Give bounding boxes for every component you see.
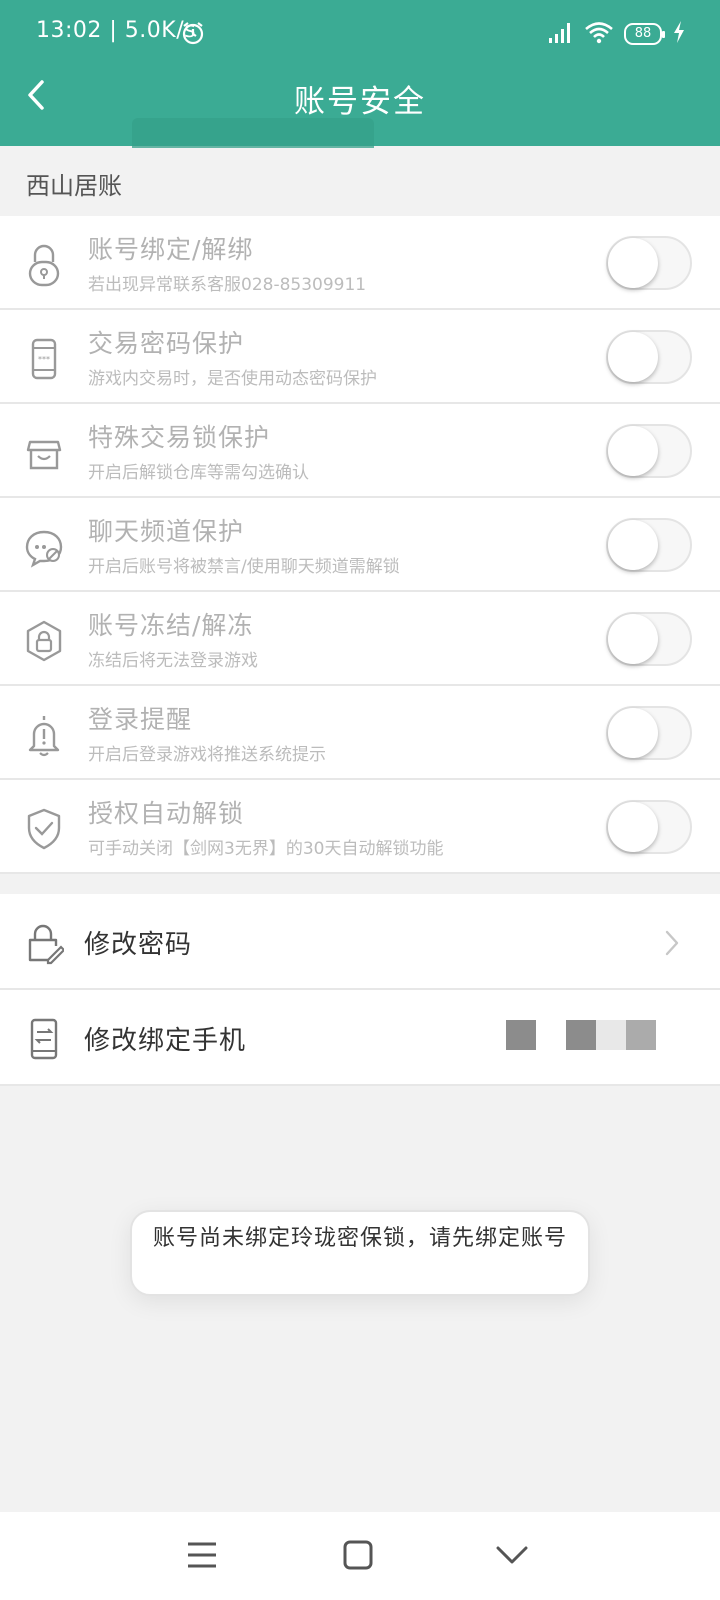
item-label: 聊天频道保护 bbox=[88, 517, 245, 546]
special-trade-lock-toggle[interactable] bbox=[606, 424, 692, 478]
account-binding-toggle[interactable] bbox=[606, 236, 692, 290]
lock-edit-icon bbox=[24, 920, 66, 965]
item-label: 交易密码保护 bbox=[88, 329, 245, 358]
item-description: 冻结后将无法登录游戏 bbox=[88, 651, 258, 671]
header-decoration bbox=[132, 118, 374, 148]
change-phone-row[interactable]: 修改绑定手机 bbox=[0, 990, 720, 1086]
toggle-knob bbox=[608, 802, 658, 852]
mask-block bbox=[626, 1020, 656, 1050]
store-icon bbox=[24, 430, 64, 474]
item-description: 开启后账号将被禁言/使用聊天频道需解锁 bbox=[88, 557, 400, 577]
item-description: 开启后解锁仓库等需勾选确认 bbox=[88, 463, 309, 483]
status-bar: 13:02 | 5.0K/s 88 bbox=[0, 0, 720, 62]
back-nav-icon[interactable] bbox=[490, 1534, 534, 1578]
chat-channel-toggle[interactable] bbox=[606, 518, 692, 572]
account-actions-list: 修改密码 修改绑定手机 bbox=[0, 894, 720, 1086]
status-time: 13:02 | 5.0K/s bbox=[36, 18, 197, 43]
svg-text:***: *** bbox=[38, 355, 50, 364]
list-item: 账号绑定/解绑 若出现异常联系客服028-85309911 bbox=[0, 216, 720, 310]
list-item: 授权自动解锁 可手动关闭【剑网3无界】的30天自动解锁功能 bbox=[0, 780, 720, 874]
charging-icon bbox=[672, 20, 686, 48]
list-item: 特殊交易锁保护 开启后解锁仓库等需勾选确认 bbox=[0, 404, 720, 498]
hex-lock-icon bbox=[24, 618, 64, 662]
item-label: 授权自动解锁 bbox=[88, 799, 245, 828]
phone-password-icon: *** bbox=[24, 336, 64, 380]
page-title: 账号安全 bbox=[294, 84, 426, 120]
toggle-knob bbox=[608, 426, 658, 476]
alarm-icon bbox=[180, 20, 206, 50]
trade-password-toggle[interactable] bbox=[606, 330, 692, 384]
chevron-right-icon bbox=[662, 928, 682, 958]
toggle-knob bbox=[608, 332, 658, 382]
chat-lock-icon bbox=[24, 524, 64, 568]
toast-message: 账号尚未绑定玲珑密保锁，请先绑定账号 bbox=[130, 1210, 590, 1296]
shield-check-icon bbox=[24, 806, 64, 850]
app-header: 13:02 | 5.0K/s 88 账号安全 bbox=[0, 0, 720, 148]
change-phone-label: 修改绑定手机 bbox=[84, 1026, 247, 1056]
mask-block bbox=[596, 1020, 626, 1050]
phone-transfer-icon bbox=[24, 1016, 64, 1060]
account-freeze-toggle[interactable] bbox=[606, 612, 692, 666]
item-description: 可手动关闭【剑网3无界】的30天自动解锁功能 bbox=[88, 839, 444, 859]
toggle-knob bbox=[608, 520, 658, 570]
mask-block bbox=[506, 1020, 536, 1050]
list-item: 账号冻结/解冻 冻结后将无法登录游戏 bbox=[0, 592, 720, 686]
system-nav-bar bbox=[0, 1512, 720, 1600]
toggle-knob bbox=[608, 614, 658, 664]
item-label: 登录提醒 bbox=[88, 705, 193, 734]
item-description: 开启后登录游戏将推送系统提示 bbox=[88, 745, 326, 765]
item-label: 账号冻结/解冻 bbox=[88, 611, 254, 640]
list-item: 聊天频道保护 开启后账号将被禁言/使用聊天频道需解锁 bbox=[0, 498, 720, 592]
home-icon[interactable] bbox=[336, 1534, 380, 1578]
auto-unlock-toggle[interactable] bbox=[606, 800, 692, 854]
item-label: 账号绑定/解绑 bbox=[88, 235, 254, 264]
signal-icon bbox=[548, 20, 574, 48]
list-item: 登录提醒 开启后登录游戏将推送系统提示 bbox=[0, 686, 720, 780]
bell-icon bbox=[24, 712, 64, 757]
mask-block bbox=[566, 1020, 596, 1050]
change-password-label: 修改密码 bbox=[84, 930, 193, 960]
item-description: 游戏内交易时，是否使用动态密码保护 bbox=[88, 369, 377, 389]
mask-block bbox=[536, 1020, 566, 1050]
login-reminder-toggle[interactable] bbox=[606, 706, 692, 760]
item-description: 若出现异常联系客服028-85309911 bbox=[88, 275, 367, 295]
section-label: 西山居账 bbox=[26, 172, 122, 200]
battery-indicator: 88 bbox=[624, 23, 665, 45]
list-item: *** 交易密码保护 游戏内交易时，是否使用动态密码保护 bbox=[0, 310, 720, 404]
toggle-knob bbox=[608, 708, 658, 758]
change-password-row[interactable]: 修改密码 bbox=[0, 894, 720, 990]
wifi-icon bbox=[584, 20, 614, 48]
security-settings-list: 账号绑定/解绑 若出现异常联系客服028-85309911 *** 交易密码保护… bbox=[0, 216, 720, 874]
masked-phone-number bbox=[506, 1020, 656, 1050]
item-label: 特殊交易锁保护 bbox=[88, 423, 271, 452]
lock-icon bbox=[24, 242, 64, 287]
toggle-knob bbox=[608, 238, 658, 288]
menu-icon[interactable] bbox=[180, 1534, 224, 1578]
